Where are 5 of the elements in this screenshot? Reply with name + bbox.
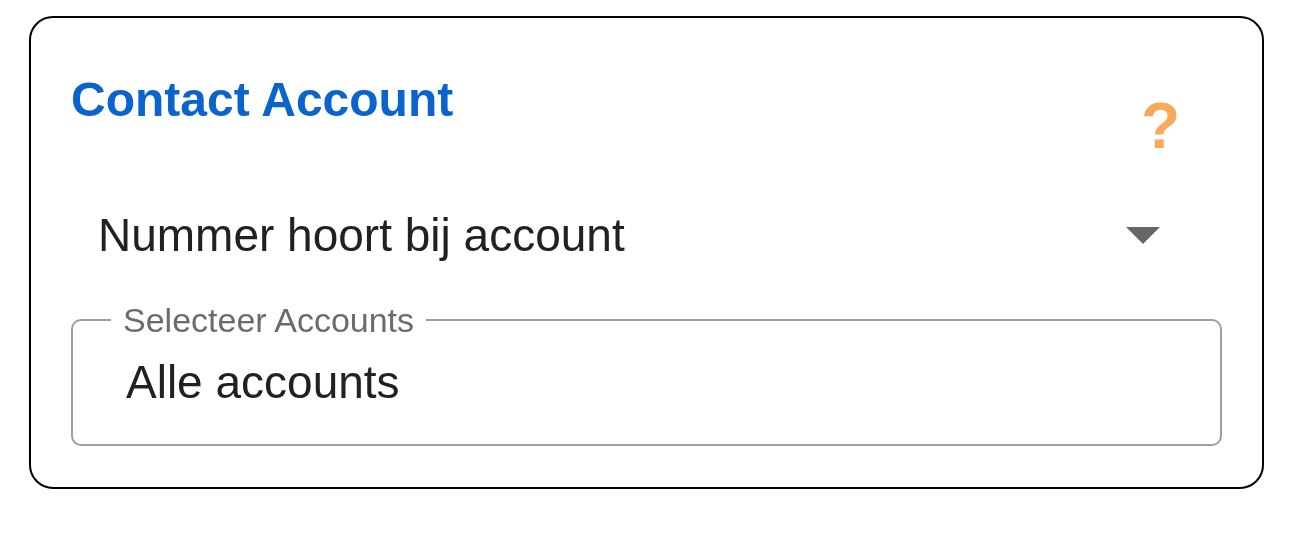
field-value: Alle accounts: [126, 355, 401, 410]
account-dropdown[interactable]: Nummer hoort bij account: [71, 200, 1222, 270]
card-title: Contact Account: [71, 72, 454, 128]
caret-icon: [1126, 226, 1160, 244]
field-label: Selecteer Accounts: [122, 300, 416, 340]
